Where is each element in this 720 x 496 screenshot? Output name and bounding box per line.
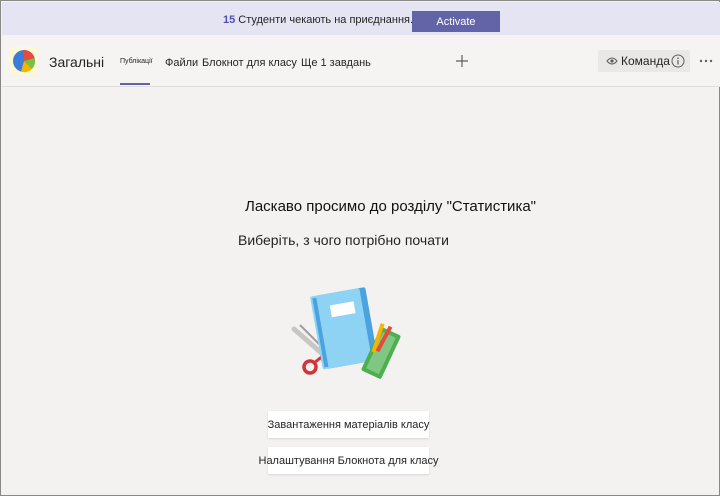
pie-chart-icon	[13, 50, 36, 73]
tab-class-notebook[interactable]: Блокнот для класу	[202, 57, 297, 69]
banner-message: 15 Студенти чекають на приєднання.	[223, 14, 413, 26]
tab-files[interactable]: Файли	[165, 57, 198, 69]
student-count: 15	[223, 14, 236, 26]
upload-class-materials-button[interactable]: Завантаження матеріалів класу	[268, 411, 429, 438]
eye-icon	[606, 57, 618, 65]
channel-name: Загальні	[49, 54, 105, 70]
channel-logo	[10, 47, 38, 75]
teams-window: 15 Студенти чекають на приєднання. Activa…	[0, 0, 720, 496]
notebook-scissors-illustration-icon	[291, 287, 401, 379]
team-button[interactable]: Команда	[598, 50, 690, 72]
setup-class-notebook-button[interactable]: Налаштування Блокнота для класу	[259, 447, 439, 474]
info-icon[interactable]	[671, 54, 685, 68]
banner-text: Студенти чекають на приєднання.	[238, 14, 414, 26]
tab-posts[interactable]: Публікації	[120, 58, 153, 65]
welcome-title: Ласкаво просимо до розділу "Статистика"	[245, 198, 536, 215]
activate-button[interactable]: Activate	[412, 11, 500, 32]
tab-more-assignments[interactable]: Ще 1 завдань	[301, 57, 371, 69]
active-tab-indicator	[120, 83, 150, 85]
channel-header: Загальні Публікації Файли Блокнот для кл…	[2, 35, 720, 87]
add-tab-button[interactable]	[452, 51, 472, 71]
activation-banner: 15 Студенти чекають на приєднання. Activa…	[2, 2, 720, 35]
team-label: Команда	[621, 54, 670, 68]
plus-icon	[456, 55, 468, 67]
welcome-subtitle: Виберіть, з чого потрібно почати	[238, 232, 449, 248]
more-options-button[interactable]	[698, 53, 714, 69]
more-icon	[699, 59, 713, 63]
